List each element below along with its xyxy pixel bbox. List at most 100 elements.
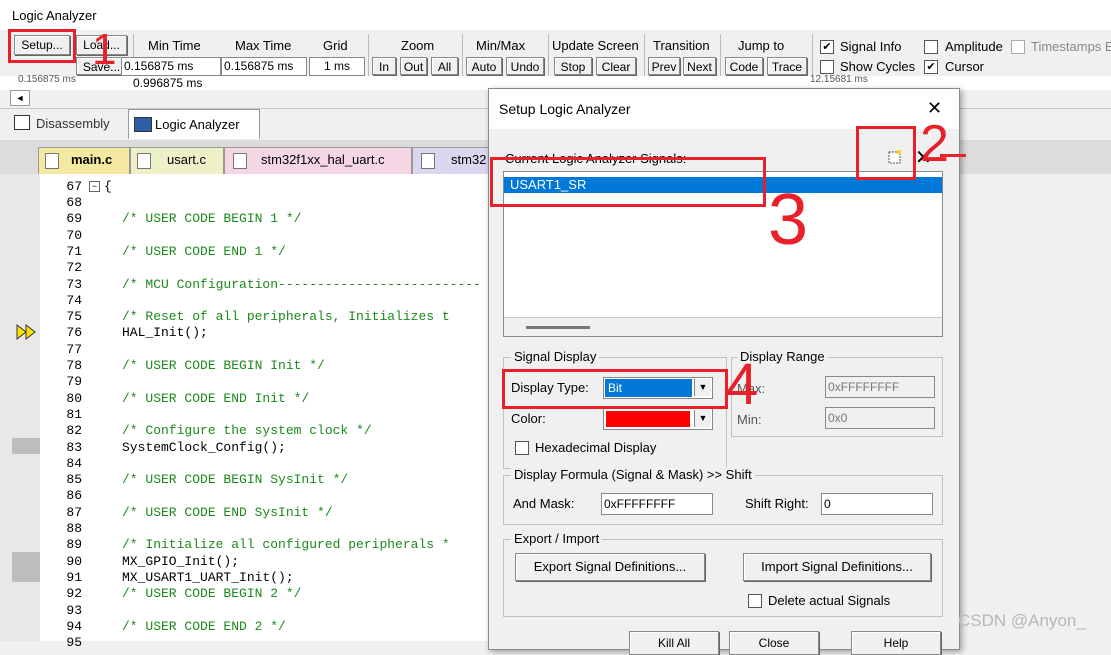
signal-info-label: Signal Info (840, 39, 902, 54)
code-button[interactable]: Code (725, 57, 763, 75)
export-signal-definitions-button[interactable]: Export Signal Definitions... (515, 553, 705, 581)
cursor-checkbox[interactable]: ✔ (924, 60, 938, 74)
import-signal-definitions-button[interactable]: Import Signal Definitions... (743, 553, 931, 581)
and-mask-label: And Mask: (513, 496, 575, 511)
code-line: 75 /* Reset of all peripherals, Initializ… (0, 309, 490, 325)
file-tab-stm32[interactable]: stm32 (412, 147, 490, 174)
code-line: 80 /* USER CODE END Init */ (0, 391, 490, 407)
file-tab-main[interactable]: main.c (38, 147, 130, 174)
dialog-title-bar: Setup Logic Analyzer ✕ (489, 89, 959, 129)
annotation-box-1 (8, 29, 76, 63)
hexadecimal-checkbox[interactable] (515, 441, 529, 455)
code-line: 77 (0, 342, 490, 358)
code-editor[interactable]: 67 − { 68 69 /* USER CODE BEGIN 1 */ 70 71 /*… (0, 174, 490, 650)
auto-button[interactable]: Auto (466, 57, 502, 75)
file-tab-label: stm32 (451, 152, 487, 167)
scrollbar-thumb[interactable] (526, 326, 590, 329)
line-number: 67 (66, 179, 82, 194)
trace-button[interactable]: Trace (767, 57, 807, 75)
cursor-label: Cursor (945, 59, 985, 74)
display-formula-title: Display Formula (Signal & Mask) >> Shift (511, 467, 755, 482)
help-button[interactable]: Help (851, 631, 941, 655)
line-number: 74 (66, 292, 82, 308)
delete-actual-signals-checkbox[interactable] (748, 594, 762, 608)
undo-button[interactable]: Undo (506, 57, 544, 75)
collapse-icon[interactable]: − (89, 181, 100, 192)
prev-button[interactable]: Prev (648, 57, 680, 75)
watermark: CSDN @Anyon_ (958, 611, 1086, 630)
max-field[interactable]: 0xFFFFFFFF (825, 376, 935, 398)
code-text: /* USER CODE BEGIN 2 */ (122, 586, 302, 602)
tab-disassembly[interactable]: Disassembly (36, 116, 110, 131)
code-line: 85 /* USER CODE BEGIN SysInit */ (0, 472, 490, 488)
code-text: /* USER CODE BEGIN SysInit */ (122, 472, 349, 488)
annotation-number-1: 1 (92, 25, 117, 74)
code-line: 73 /* MCU Configuration------------------… (0, 277, 490, 293)
min-time-value: 0.156875 ms (121, 57, 221, 76)
and-mask-field[interactable]: 0xFFFFFFFF (601, 493, 713, 515)
code-line: 86 (0, 488, 490, 504)
chevron-down-icon[interactable]: ▼ (694, 410, 711, 427)
line-number: 91 (66, 569, 82, 585)
dialog-title: Setup Logic Analyzer (499, 101, 631, 117)
delete-actual-signals-label: Delete actual Signals (768, 593, 891, 608)
code-line: 94 /* USER CODE END 2 */ (0, 619, 490, 635)
color-label: Color: (511, 411, 546, 426)
tab-logic-analyzer[interactable]: Logic Analyzer (128, 109, 260, 139)
code-line: 78 /* USER CODE BEGIN Init */ (0, 358, 490, 374)
code-line: 87 /* USER CODE END SysInit */ (0, 505, 490, 521)
clear-button[interactable]: Clear (596, 57, 636, 75)
line-number: 86 (66, 488, 82, 504)
list-horizontal-scrollbar[interactable] (504, 317, 942, 336)
line-number: 92 (66, 586, 82, 602)
code-line: 83 SystemClock_Config(); (0, 440, 490, 456)
zoom-all-button[interactable]: All (431, 57, 458, 75)
shift-right-label: Shift Right: (745, 496, 809, 511)
grid-label: Grid (323, 38, 348, 53)
code-line: 76 HAL_Init(); (0, 325, 490, 341)
show-cycles-checkbox[interactable] (820, 60, 834, 74)
line-number: 77 (66, 341, 82, 357)
min-field[interactable]: 0x0 (825, 407, 935, 429)
amplitude-label: Amplitude (945, 39, 1003, 54)
annotation-box-2 (856, 126, 916, 180)
kill-all-button[interactable]: Kill All (629, 631, 719, 655)
line-number: 76 (66, 325, 82, 341)
code-text: /* Initialize all configured peripherals… (122, 537, 450, 553)
line-number: 73 (66, 276, 82, 292)
code-text: /* USER CODE END 2 */ (122, 618, 286, 634)
code-line: 71 /* USER CODE END 1 */ (0, 244, 490, 260)
minmax-label: Min/Max (476, 38, 526, 53)
code-line: 91 MX_USART1_UART_Init(); (0, 570, 490, 586)
file-icon (233, 153, 247, 169)
file-tab-hal-uart[interactable]: stm32f1xx_hal_uart.c (224, 147, 412, 174)
scroll-left-button[interactable]: ◄ (10, 90, 30, 106)
code-text: /* USER CODE END Init */ (122, 390, 310, 406)
code-line: 72 (0, 260, 490, 276)
line-number: 85 (66, 472, 82, 488)
color-select[interactable]: ▼ (603, 408, 713, 430)
next-button[interactable]: Next (683, 57, 716, 75)
zoom-label: Zoom (401, 38, 435, 53)
timestamps-checkbox[interactable] (1011, 40, 1025, 54)
line-number: 72 (66, 260, 82, 276)
color-swatch (606, 411, 690, 427)
code-line: 84 (0, 456, 490, 472)
code-text: /* USER CODE BEGIN Init */ (122, 358, 325, 373)
timestamps-label: Timestamps E (1031, 39, 1111, 54)
shift-right-field[interactable]: 0 (821, 493, 933, 515)
stop-button[interactable]: Stop (554, 57, 592, 75)
toolbar-separator (368, 34, 369, 80)
zoom-in-button[interactable]: In (372, 57, 396, 75)
file-tab-usart[interactable]: usart.c (130, 147, 224, 174)
code-line: 70 (0, 228, 490, 244)
signal-info-checkbox[interactable]: ✔ (820, 40, 834, 54)
code-line: 89 /* Initialize all configured periphera… (0, 537, 490, 553)
annotation-number-3: 3 (768, 180, 809, 260)
line-number: 81 (66, 406, 82, 422)
ruler-right-value: 12.15681 ms (810, 74, 868, 85)
close-button[interactable]: Close (729, 631, 819, 655)
amplitude-checkbox[interactable] (924, 40, 938, 54)
hexadecimal-label: Hexadecimal Display (535, 440, 657, 455)
zoom-out-button[interactable]: Out (400, 57, 427, 75)
